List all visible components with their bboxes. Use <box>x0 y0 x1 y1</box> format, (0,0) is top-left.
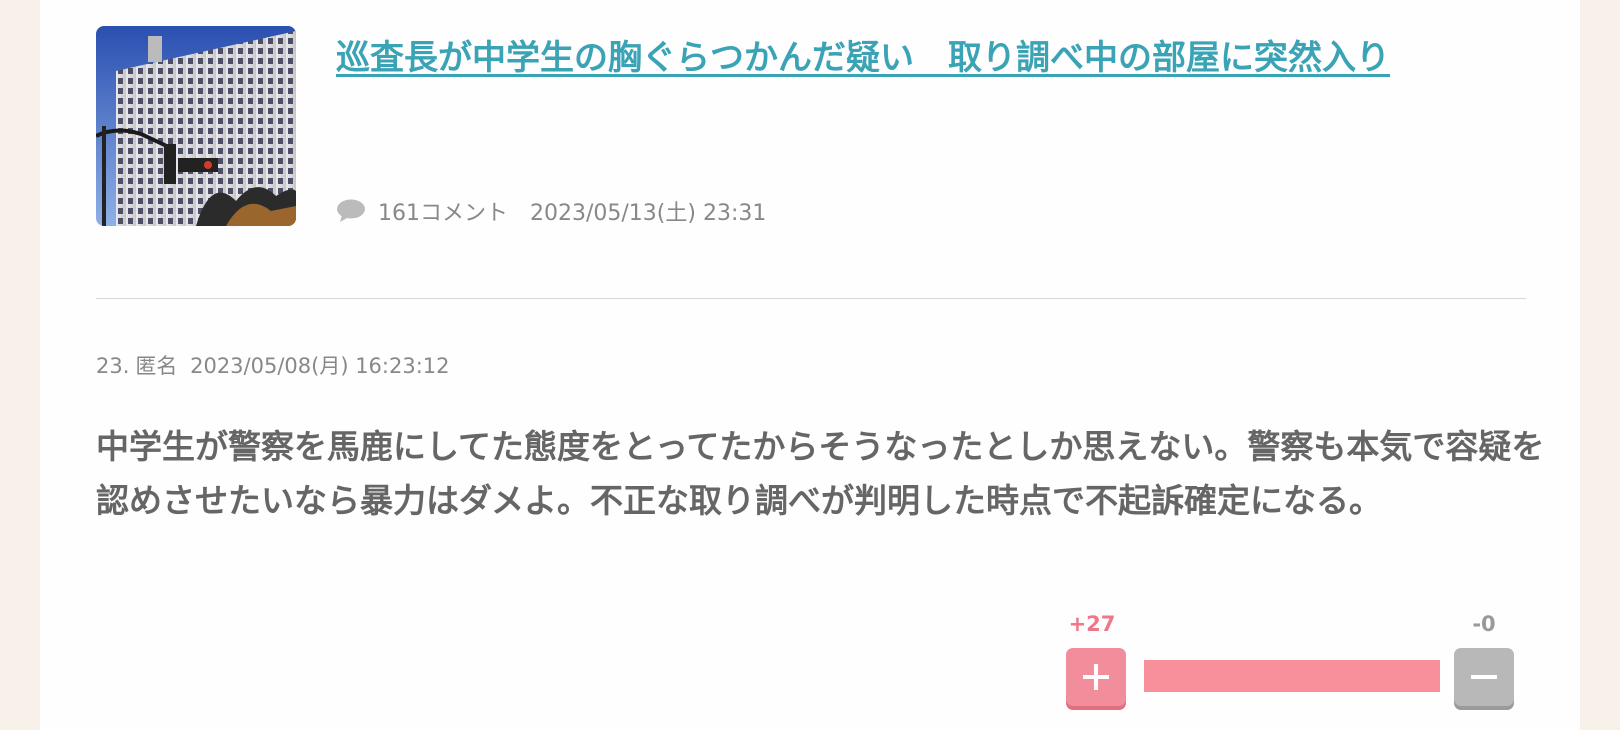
comment-body: 中学生が警察を馬鹿にしてた態度をとってたからそうなったとしか思えない。警察も本気… <box>96 427 1545 520</box>
minus-icon <box>1471 675 1497 679</box>
speech-bubble-icon <box>337 199 365 222</box>
article-date: 2023/05/13(土) 23:31 <box>530 201 767 226</box>
plus-vote-count: +27 <box>1068 612 1116 636</box>
content-card: 巡査長が中学生の胸ぐらつかんだ疑い 取り調べ中の部屋に突然入り 161コメント … <box>40 0 1580 730</box>
minus-vote-button[interactable] <box>1454 648 1514 706</box>
article-meta: 161コメント 2023/05/13(土) 23:31 <box>336 196 766 226</box>
article-title-link[interactable]: 巡査長が中学生の胸ぐらつかんだ疑い 取り調べ中の部屋に突然入り <box>336 30 1496 86</box>
plus-vote-button[interactable] <box>1066 648 1126 706</box>
article-item: 巡査長が中学生の胸ぐらつかんだ疑い 取り調べ中の部屋に突然入り 161コメント … <box>96 26 1476 226</box>
comment-author: 匿名 <box>135 354 178 378</box>
vote-ratio-bar <box>1144 660 1440 692</box>
plus-icon <box>1083 664 1109 690</box>
comment-count[interactable]: 161コメント <box>378 195 508 227</box>
comment-timestamp: 2023/05/08(月) 16:23:12 <box>190 354 450 378</box>
vote-ratio-fill <box>1144 660 1440 692</box>
article-thumbnail[interactable] <box>96 26 296 226</box>
comment-number[interactable]: 23. <box>96 354 129 378</box>
minus-vote-count: -0 <box>1472 612 1496 636</box>
comment-header: 23. 匿名 2023/05/08(月) 16:23:12 <box>96 350 456 380</box>
divider <box>96 298 1526 299</box>
